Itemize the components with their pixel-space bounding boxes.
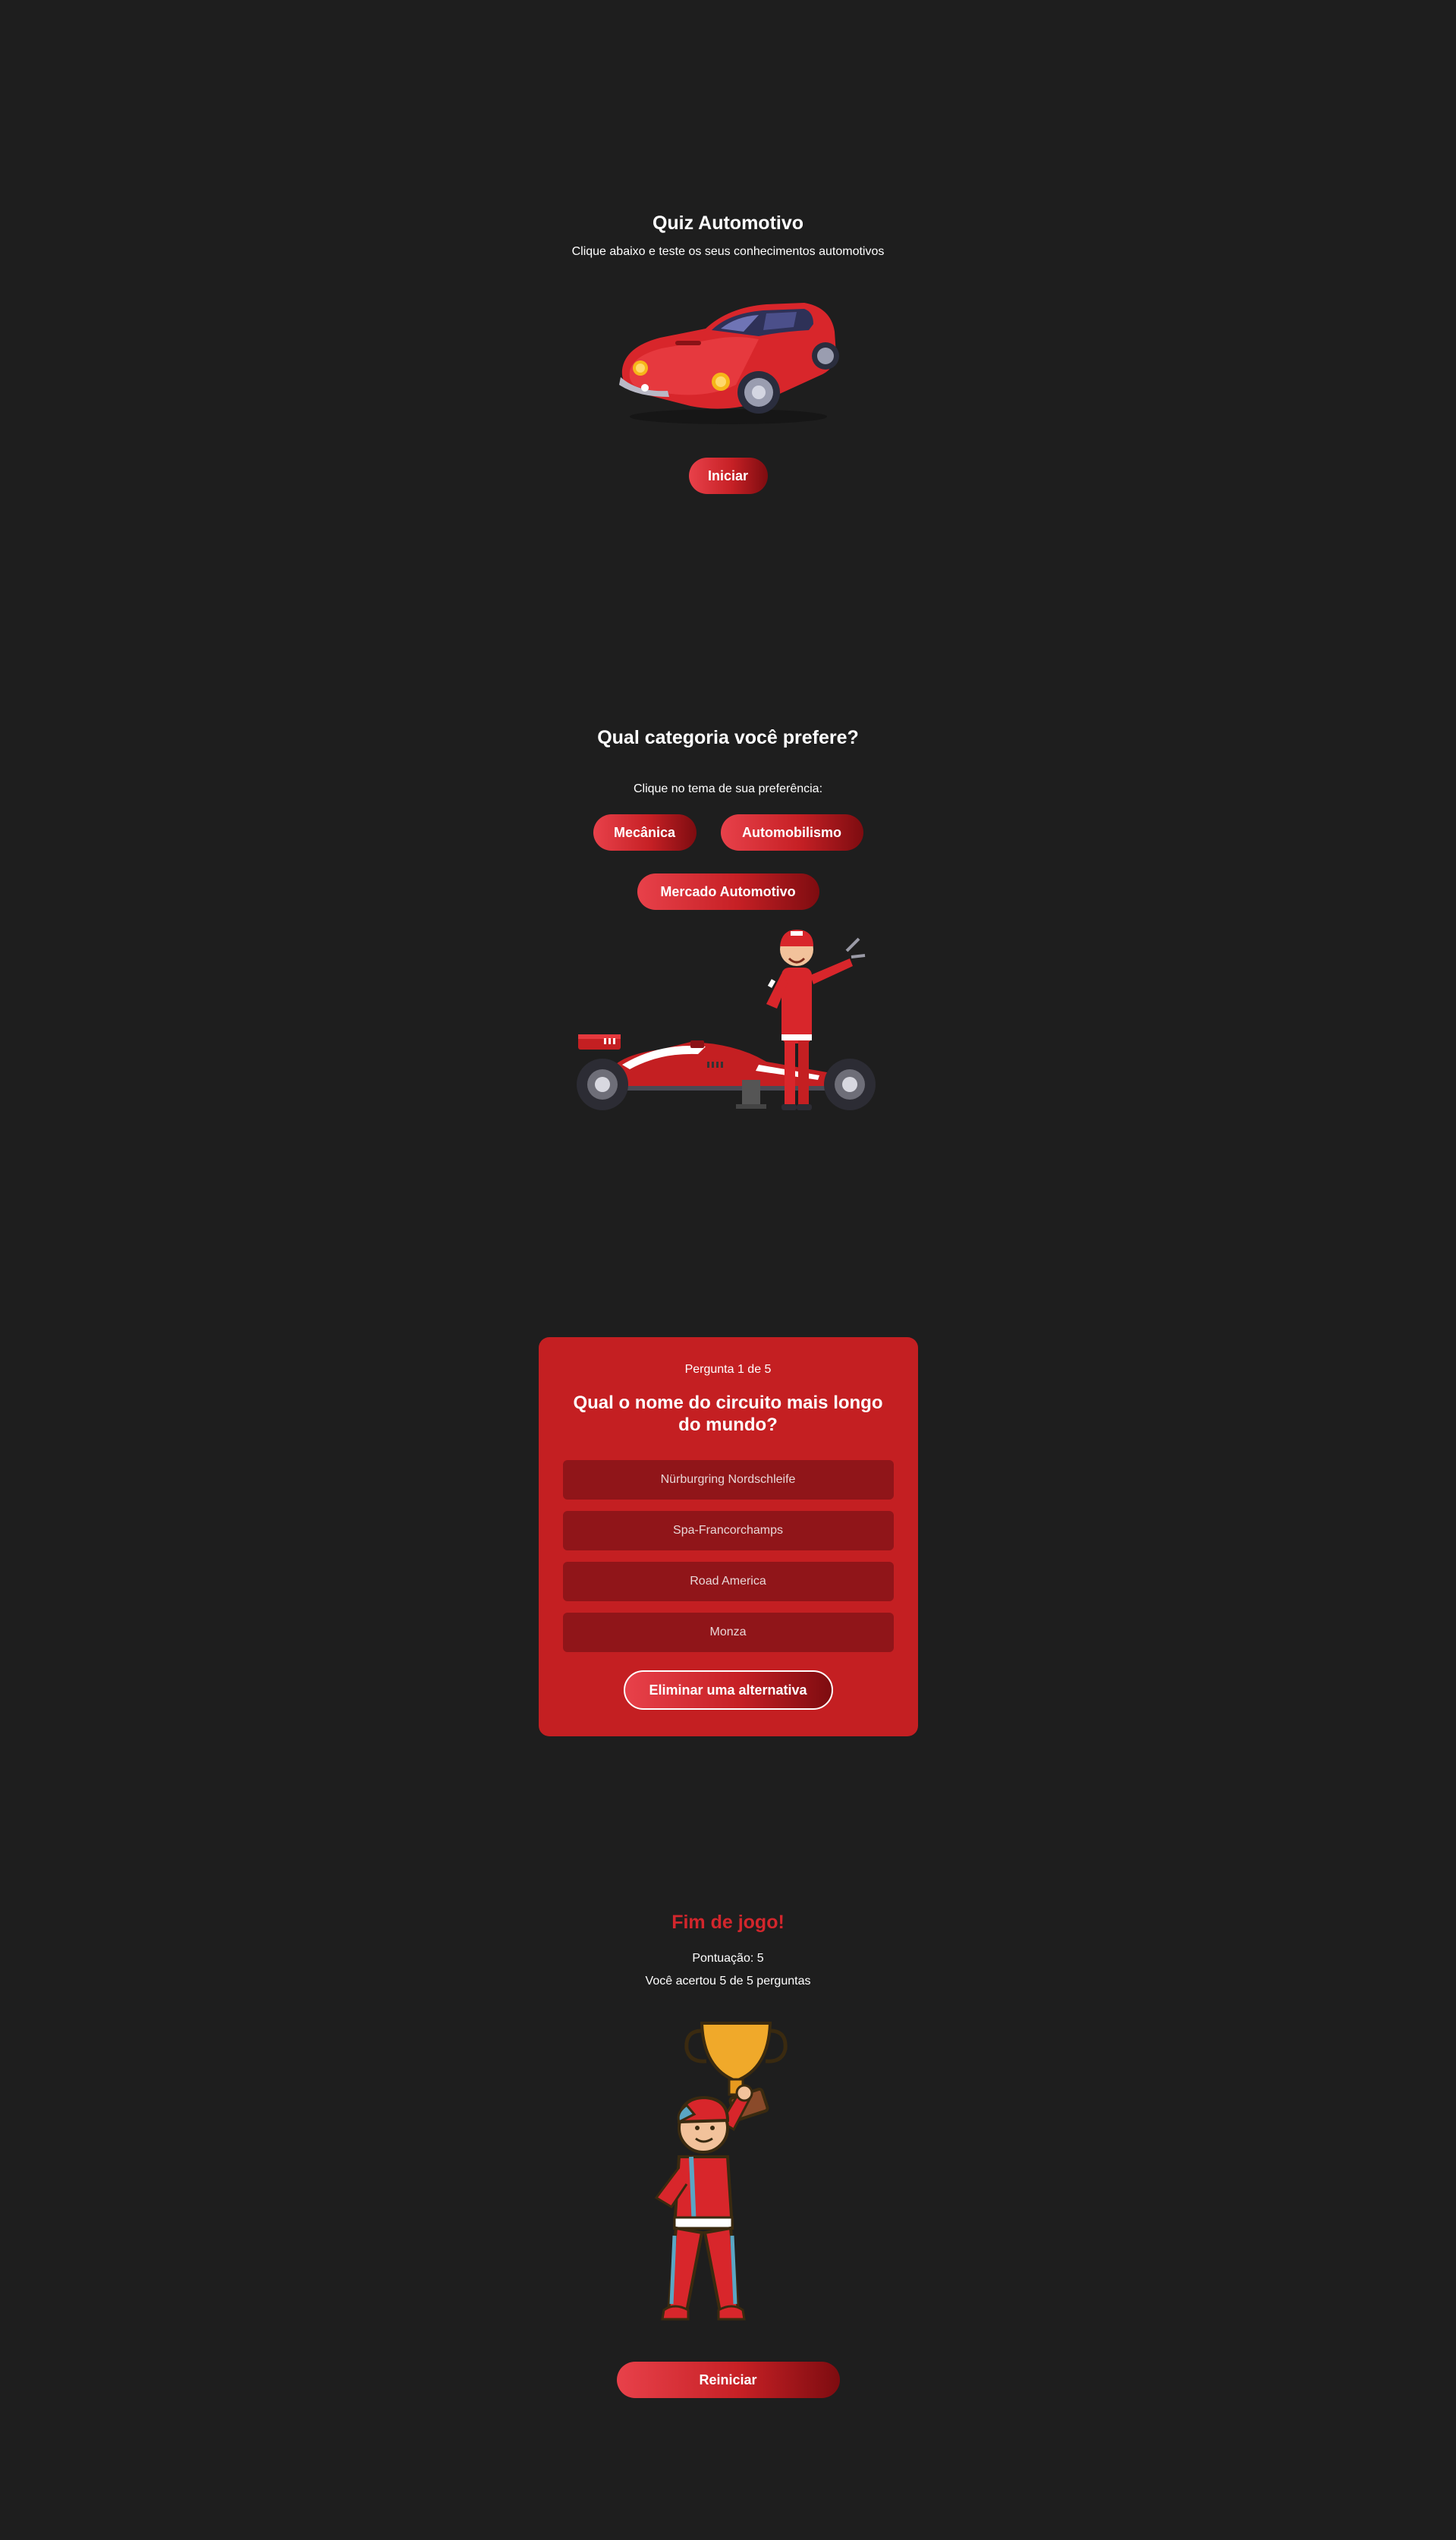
answer-option-1[interactable]: Nürburgring Nordschleife: [562, 1460, 894, 1500]
eliminate-option-button[interactable]: Eliminar uma alternativa: [623, 1670, 833, 1710]
question-screen: Pergunta 1 de 5 Qual o nome do circuito …: [0, 1337, 1456, 1736]
category-button-automobilismo[interactable]: Automobilismo: [720, 814, 863, 851]
question-counter: Pergunta 1 de 5: [684, 1363, 772, 1376]
question-card: Pergunta 1 de 5 Qual o nome do circuito …: [538, 1337, 918, 1736]
intro-screen: Quiz Automotivo Clique abaixo e teste os…: [0, 212, 1456, 494]
category-button-mecanica[interactable]: Mecânica: [593, 814, 697, 851]
red-sports-car-illustration: [618, 303, 839, 424]
answer-option-3[interactable]: Road America: [562, 1562, 894, 1601]
end-screen: Fim de jogo! Pontuação: 5 Você acertou 5…: [0, 1912, 1456, 2398]
category-button-mercado-automotivo[interactable]: Mercado Automotivo: [637, 873, 819, 910]
question-text: Qual o nome do circuito mais longo do mu…: [573, 1393, 883, 1435]
answer-option-4[interactable]: Monza: [562, 1613, 894, 1652]
category-screen: Qual categoria você prefere? Clique no t…: [0, 727, 1456, 1118]
start-button[interactable]: Iniciar: [688, 458, 768, 494]
intro-title: Quiz Automotivo: [652, 212, 804, 234]
end-result: Você acertou 5 de 5 perguntas: [645, 1975, 811, 1988]
restart-button[interactable]: Reiniciar: [616, 2362, 840, 2398]
racer-holding-trophy-illustration: [654, 2022, 788, 2321]
end-title: Fim de jogo!: [671, 1912, 785, 1933]
f1-car-with-mechanic-illustration: [576, 930, 876, 1110]
category-row-2: Mercado Automotivo: [637, 873, 819, 910]
category-row-1: Mecânica Automobilismo: [593, 814, 863, 851]
answer-option-2[interactable]: Spa-Francorchamps: [562, 1511, 894, 1550]
intro-subtitle: Clique abaixo e teste os seus conhecimen…: [571, 245, 885, 258]
category-title: Qual categoria você prefere?: [597, 727, 859, 748]
category-subtitle: Clique no tema de sua preferência:: [633, 782, 823, 795]
end-score: Pontuação: 5: [692, 1952, 764, 1965]
